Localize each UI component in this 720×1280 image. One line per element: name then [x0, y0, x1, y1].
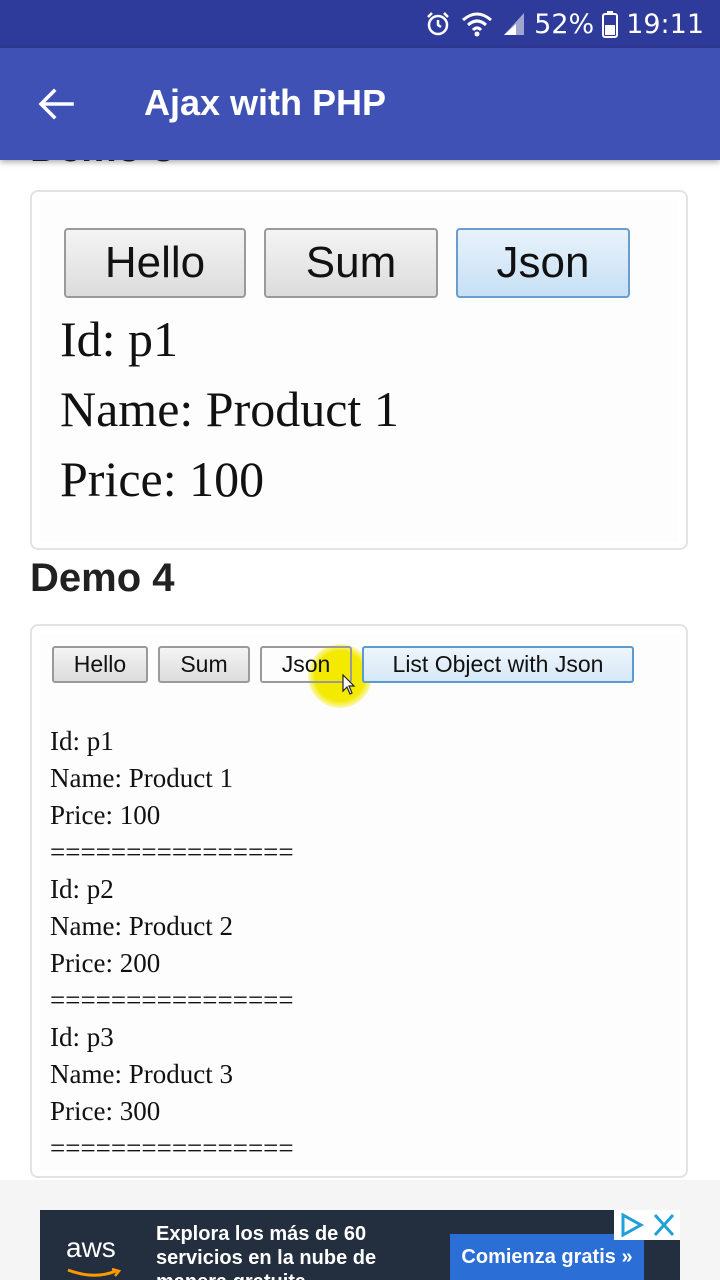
- demo4-output-line: Name: Product 1: [50, 763, 233, 793]
- demo4-card: Hello Sum Json List Object with Json Id:…: [30, 624, 688, 1178]
- content-scroll[interactable]: Demo 3 Hello Sum Json Id: p1 Name: Produ…: [0, 160, 720, 1180]
- alarm-icon: [427, 12, 450, 36]
- demo4-output-line: Price: 100: [50, 800, 161, 830]
- demo3-hello-button[interactable]: Hello: [64, 228, 246, 298]
- ad-banner[interactable]: aws Explora los más de 60 servicios en l…: [40, 1210, 680, 1280]
- demo4-output-line: Id: p2: [50, 874, 114, 904]
- demo4-output-line: Name: Product 3: [50, 1059, 233, 1089]
- ad-close-icon[interactable]: [648, 1210, 680, 1240]
- back-arrow-icon[interactable]: [38, 86, 74, 122]
- demo3-id-line: Id: p1: [60, 311, 179, 367]
- demo4-separator: ================: [50, 837, 294, 867]
- demo4-output-line: Price: 200: [50, 948, 161, 978]
- demo4-output-line: Id: p1: [50, 726, 114, 756]
- ad-area: aws Explora los más de 60 servicios en l…: [0, 1180, 720, 1280]
- demo4-output-line: Id: p3: [50, 1022, 114, 1052]
- demo4-separator: ================: [50, 1133, 294, 1163]
- demo4-heading: Demo 4: [30, 556, 175, 600]
- aws-logo: aws: [66, 1232, 116, 1263]
- demo4-sum-button[interactable]: Sum: [158, 646, 250, 683]
- demo4-output-line: Name: Product 2: [50, 911, 233, 941]
- demo4-list-object-button[interactable]: List Object with Json: [362, 646, 634, 683]
- clock: 19:11: [626, 8, 704, 40]
- adchoices-icon[interactable]: [614, 1210, 648, 1240]
- demo4-separator: ================: [50, 985, 294, 1015]
- demo3-screenshot: Hello Sum Json Id: p1 Name: Product 1 Pr…: [40, 200, 678, 542]
- demo3-json-button[interactable]: Json: [456, 228, 630, 298]
- demo3-name-line: Name: Product 1: [60, 381, 399, 437]
- aws-smile-icon: [67, 1268, 122, 1277]
- battery-icon: [602, 11, 619, 38]
- demo3-sum-button[interactable]: Sum: [264, 228, 438, 298]
- page-title: Ajax with PHP: [144, 82, 387, 123]
- demo3-heading: Demo 3: [30, 160, 175, 171]
- demo3-card: Hello Sum Json Id: p1 Name: Product 1 Pr…: [30, 190, 688, 550]
- demo4-hello-button[interactable]: Hello: [52, 646, 148, 683]
- ad-cta-button[interactable]: Comienza gratis »: [450, 1234, 644, 1280]
- app-bar: Ajax with PHP: [0, 48, 720, 160]
- mouse-pointer-icon: [342, 674, 356, 695]
- battery-percent: 52%: [534, 8, 595, 40]
- demo3-price-line: Price: 100: [60, 451, 265, 507]
- signal-icon: [504, 13, 525, 35]
- demo4-screenshot: Hello Sum Json List Object with Json Id:…: [40, 634, 680, 1170]
- status-bar: 52% 19:11: [0, 0, 720, 48]
- wifi-icon: [462, 12, 493, 37]
- demo4-json-button[interactable]: Json: [260, 646, 352, 683]
- ad-headline: Explora los más de 60 servicios en la nu…: [156, 1223, 377, 1280]
- demo4-output-line: Price: 300: [50, 1096, 161, 1126]
